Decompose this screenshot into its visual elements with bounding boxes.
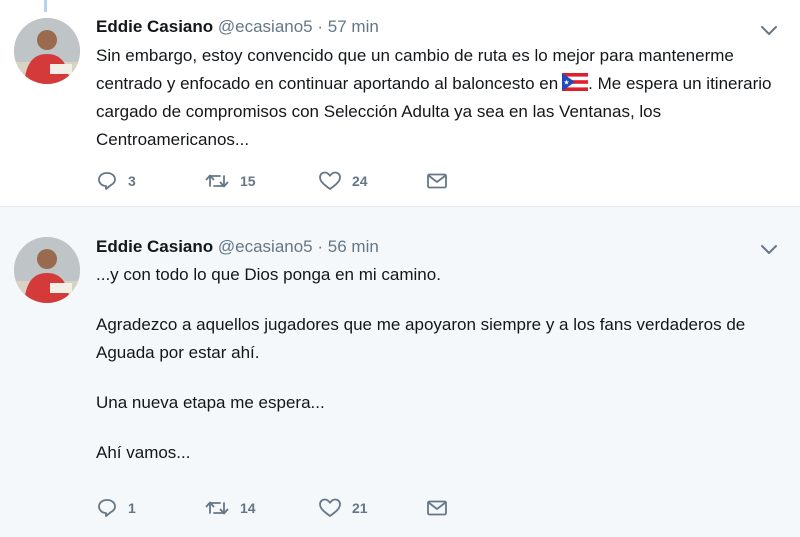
like-count: 21 <box>352 500 368 516</box>
like-button[interactable]: 21 <box>318 497 368 519</box>
avatar[interactable] <box>14 237 80 303</box>
retweet-icon <box>205 174 229 188</box>
heart-icon <box>319 498 341 517</box>
tweet-paragraph: Agradezco a aquellos jugadores que me ap… <box>96 315 746 362</box>
retweet-button[interactable]: 15 <box>204 170 256 192</box>
chevron-down-icon[interactable] <box>760 244 778 256</box>
separator-dot: · <box>317 17 324 36</box>
like-button[interactable]: 24 <box>318 170 368 192</box>
timestamp[interactable]: 57 min <box>328 17 379 36</box>
tweet-header: Eddie Casiano @ecasiano5 · 56 min <box>96 237 379 257</box>
puerto-rico-flag-icon <box>562 73 589 91</box>
reply-icon <box>98 172 116 190</box>
reply-icon <box>98 499 116 517</box>
heart-icon <box>319 171 341 190</box>
retweet-button[interactable]: 14 <box>204 497 256 519</box>
tweet-paragraph: Una nueva etapa me espera... <box>96 393 325 412</box>
display-name[interactable]: Eddie Casiano <box>96 17 213 36</box>
avatar[interactable] <box>14 18 80 84</box>
thread-connector-line <box>44 0 47 12</box>
direct-message-button[interactable] <box>426 497 448 519</box>
tweet[interactable]: Eddie Casiano @ecasiano5 · 57 min Sin em… <box>0 0 800 206</box>
tweet-text: ...y con todo lo que Dios ponga en mi ca… <box>96 261 776 467</box>
timestamp[interactable]: 56 min <box>328 237 379 256</box>
tweet[interactable]: Eddie Casiano @ecasiano5 · 56 min ...y c… <box>0 206 800 537</box>
tweet-paragraph: Ahí vamos... <box>96 443 191 462</box>
reply-button[interactable]: 3 <box>96 170 136 192</box>
tweet-text: Sin embargo, estoy convencido que un cam… <box>96 42 776 154</box>
envelope-icon <box>427 500 447 516</box>
display-name[interactable]: Eddie Casiano <box>96 237 213 256</box>
reply-count: 1 <box>128 500 136 516</box>
retweet-count: 14 <box>240 500 256 516</box>
tweet-header: Eddie Casiano @ecasiano5 · 57 min <box>96 17 379 37</box>
chevron-down-icon[interactable] <box>760 25 778 37</box>
retweet-count: 15 <box>240 173 256 189</box>
direct-message-button[interactable] <box>426 170 448 192</box>
user-handle[interactable]: @ecasiano5 <box>218 17 313 36</box>
reply-count: 3 <box>128 173 136 189</box>
user-handle[interactable]: @ecasiano5 <box>218 237 313 256</box>
like-count: 24 <box>352 173 368 189</box>
reply-button[interactable]: 1 <box>96 497 136 519</box>
separator-dot: · <box>317 237 324 256</box>
envelope-icon <box>427 173 447 189</box>
retweet-icon <box>205 501 229 515</box>
tweet-paragraph: ...y con todo lo que Dios ponga en mi ca… <box>96 265 441 284</box>
